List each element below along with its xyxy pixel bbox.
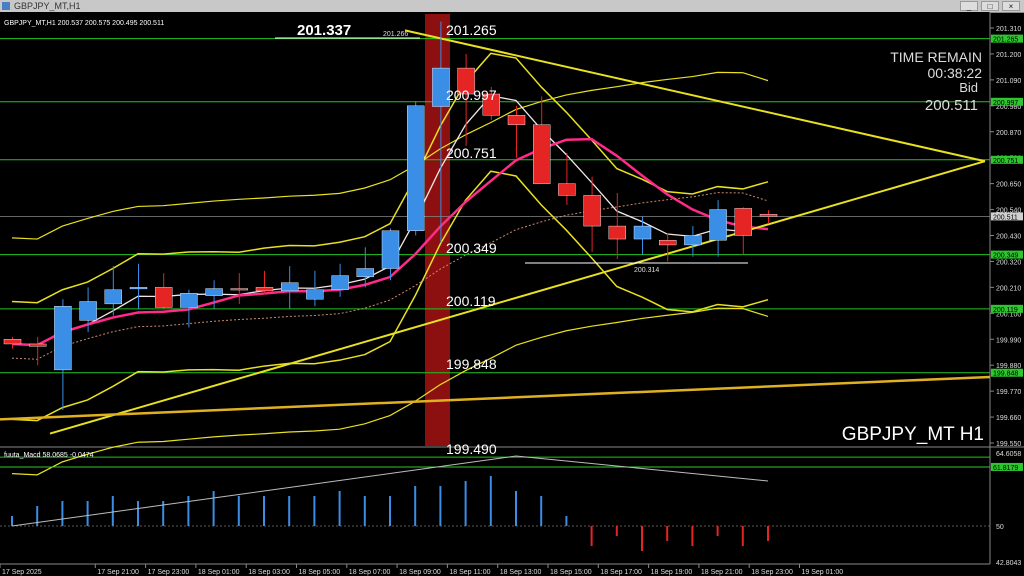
candle-body[interactable] — [205, 288, 223, 296]
bid-label: Bid — [959, 80, 978, 95]
high-small-label: 201.266 — [383, 31, 408, 38]
candle-body[interactable] — [684, 235, 702, 246]
price-tick-label: 200.870 — [996, 130, 1021, 137]
symbol-watermark: GBPJPY_MT H1 — [842, 424, 984, 445]
candle-body[interactable] — [507, 115, 526, 125]
candle-body[interactable] — [759, 214, 778, 217]
macd-header: fuuta_Macd 58.0685 -0.0474 — [4, 452, 94, 459]
time-tick-label: 17 Sep 23:00 — [148, 569, 190, 576]
candle-body[interactable] — [633, 225, 652, 240]
price-tag-label: 200.349 — [993, 253, 1018, 260]
low-small-label: 200.314 — [634, 267, 659, 274]
time-tick-label: 18 Sep 05:00 — [299, 569, 341, 576]
candle-body[interactable] — [3, 339, 22, 345]
candle-body[interactable] — [281, 282, 299, 292]
window-controls: _ □ × — [960, 1, 1020, 11]
level-label-200119: 200.119 — [446, 293, 496, 309]
price-tag-label: 200.119 — [993, 307, 1018, 314]
time-remain-value: 00:38:22 — [928, 65, 983, 81]
candle-body[interactable] — [356, 268, 374, 277]
macd-tick-label: 64.6058 — [996, 451, 1021, 458]
candle-body[interactable] — [659, 240, 677, 246]
price-tag-label: 201.265 — [993, 37, 1018, 44]
price-chart[interactable]: 201.310201.200201.090200.980200.870200.7… — [0, 12, 1024, 576]
level-label-199848: 199.848 — [446, 356, 497, 372]
price-tick-label: 199.660 — [996, 415, 1021, 422]
candle-body[interactable] — [306, 289, 324, 300]
candle-body[interactable] — [709, 209, 727, 241]
time-tick-label: 18 Sep 03:00 — [248, 569, 290, 576]
candle-body[interactable] — [583, 195, 601, 227]
macd-plot-area[interactable] — [0, 449, 990, 564]
price-tick-label: 201.310 — [996, 26, 1021, 33]
maximize-button[interactable]: □ — [981, 1, 999, 11]
window-title: GBPJPY_MT,H1 — [14, 1, 81, 11]
time-tick-label: 18 Sep 17:00 — [600, 569, 642, 576]
level-label-199490: 199.490 — [446, 441, 497, 457]
candle-body[interactable] — [230, 288, 249, 291]
time-tick-label: 18 Sep 11:00 — [449, 569, 490, 576]
close-button[interactable]: × — [1002, 1, 1020, 11]
level-label-200349: 200.349 — [446, 240, 497, 256]
macd-tag-label: 61.8179 — [993, 465, 1018, 472]
candle-body[interactable] — [533, 124, 551, 184]
time-tick-label: 17 Sep 21:00 — [97, 569, 139, 576]
main-plot-area[interactable] — [0, 12, 990, 446]
level-label-200997: 200.997 — [446, 87, 497, 103]
price-tick-label: 201.090 — [996, 78, 1021, 85]
level-label-201265: 201.265 — [446, 22, 497, 38]
candle-body[interactable] — [608, 225, 626, 240]
price-tag-label: 200.997 — [993, 100, 1018, 107]
candle-body[interactable] — [255, 287, 274, 292]
candle-body[interactable] — [558, 183, 576, 196]
candle-body[interactable] — [734, 208, 752, 236]
price-tag-label: 200.751 — [993, 158, 1018, 165]
level-label-200751: 200.751 — [446, 145, 497, 161]
candle-body[interactable] — [331, 275, 349, 290]
candle-body[interactable] — [381, 230, 400, 269]
price-tick-label: 199.550 — [996, 441, 1021, 448]
price-tick-label: 201.200 — [996, 52, 1021, 59]
macd-tick-label: 50 — [996, 524, 1004, 531]
time-tick-label: 18 Sep 13:00 — [500, 569, 542, 576]
candle-body[interactable] — [104, 289, 123, 305]
time-tick-label: 18 Sep 09:00 — [399, 569, 441, 576]
price-tick-label: 200.650 — [996, 182, 1021, 189]
candle-body[interactable] — [180, 293, 198, 308]
time-tick-label: 18 Sep 01:00 — [198, 569, 240, 576]
candle-body[interactable] — [129, 287, 148, 290]
price-tick-label: 200.320 — [996, 259, 1021, 266]
time-remain-label: TIME REMAIN — [890, 49, 982, 65]
price-tick-label: 199.990 — [996, 337, 1021, 344]
time-tick-label: 18 Sep 07:00 — [349, 569, 391, 576]
time-tick-label: 19 Sep 01:00 — [802, 569, 844, 576]
time-tick-label: 18 Sep 15:00 — [550, 569, 592, 576]
chart-window-icon — [2, 2, 10, 10]
price-tick-label: 199.770 — [996, 389, 1021, 396]
price-tick-label: 200.430 — [996, 234, 1021, 241]
candle-body[interactable] — [407, 105, 425, 231]
price-tick-label: 200.210 — [996, 285, 1021, 292]
price-tag-label: 200.511 — [993, 214, 1018, 221]
candle-body[interactable] — [79, 301, 97, 321]
candle-body[interactable] — [54, 306, 72, 371]
time-tick-label: 17 Sep 2025 — [2, 569, 42, 576]
symbol-info-header: GBPJPY_MT,H1 200.537 200.575 200.495 200… — [4, 20, 164, 27]
time-tick-label: 18 Sep 19:00 — [651, 569, 693, 576]
time-tick-label: 18 Sep 23:00 — [751, 569, 793, 576]
price-tag-label: 199.848 — [993, 371, 1018, 378]
time-tick-label: 18 Sep 21:00 — [701, 569, 743, 576]
bid-value: 200.511 — [925, 97, 978, 114]
high-price-label: 201.337 — [297, 22, 351, 39]
candle-body[interactable] — [29, 343, 47, 347]
macd-tick-label: 42.8043 — [996, 560, 1021, 567]
minimize-button[interactable]: _ — [960, 1, 978, 11]
candle-body[interactable] — [154, 287, 173, 308]
